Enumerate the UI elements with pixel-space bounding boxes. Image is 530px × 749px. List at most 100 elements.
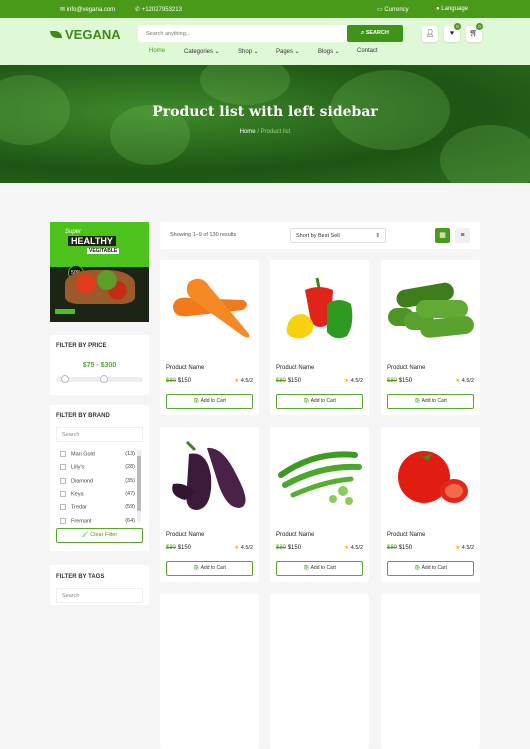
brand-count: (13): [125, 451, 135, 457]
checkbox[interactable]: [60, 477, 66, 484]
nav-pages[interactable]: Pages ⌄: [276, 48, 300, 55]
old-price: $80: [276, 545, 287, 551]
product-image-cucumbers[interactable]: [381, 260, 480, 357]
old-price: $80: [387, 545, 398, 551]
checkbox[interactable]: [60, 504, 66, 511]
add-to-cart-button[interactable]: 🛍︎ Add to Cart: [166, 561, 253, 576]
nav-categories[interactable]: Categories ⌄: [184, 48, 220, 55]
top-bar: ✉ info@vegana.com ✆ +12027953213 ▭ Curre…: [0, 0, 530, 18]
checkbox[interactable]: [60, 490, 66, 497]
add-to-cart-button[interactable]: 🛍︎ Add to Cart: [276, 394, 363, 409]
checkbox[interactable]: [60, 451, 66, 457]
product-image-tomato[interactable]: [381, 427, 480, 524]
add-to-cart-label: Add to Cart: [310, 398, 336, 404]
star-icon: ★: [455, 545, 461, 551]
product-name[interactable]: Product Name: [166, 532, 204, 538]
nav-label: Blogs: [318, 49, 334, 55]
grid-view-button[interactable]: ▦: [435, 228, 450, 243]
star-icon: ★: [344, 378, 350, 384]
brush-icon: 🖌︎: [81, 532, 89, 538]
price-slider-min-handle[interactable]: [60, 375, 69, 383]
brand-search-input[interactable]: Search: [56, 427, 143, 442]
brand-list-scrollbar[interactable]: [137, 450, 141, 522]
product-rating: ★ 4.5/2: [234, 545, 253, 551]
product-price: $80 $150: [387, 378, 412, 384]
sort-select[interactable]: Short by Best Sell ⇕: [290, 228, 386, 243]
product-price: $80 $150: [166, 378, 191, 384]
basket-icon: 🛍︎: [193, 565, 200, 571]
product-name[interactable]: Product Name: [276, 365, 314, 371]
nav-label: Categories: [184, 49, 214, 55]
brand-option[interactable]: Lilly's (28): [60, 464, 135, 471]
add-to-cart-button[interactable]: 🛍︎ Add to Cart: [166, 394, 253, 409]
basket-icon: 🛍︎: [414, 565, 421, 571]
product-card[interactable]: [270, 594, 369, 749]
checkbox[interactable]: [60, 517, 66, 524]
clear-filter-button[interactable]: 🖌︎ Clear Filter: [56, 528, 143, 543]
product-card[interactable]: Product Name $80 $150 ★ 4.5/2 🛍︎ Add to …: [270, 260, 369, 415]
product-card[interactable]: Product Name $80 $150 ★ 4.5/2 🛍︎ Add to …: [270, 427, 369, 582]
product-image-green-beans[interactable]: [270, 427, 369, 524]
add-to-cart-button[interactable]: 🛍︎ Add to Cart: [276, 561, 363, 576]
product-image-bell-peppers[interactable]: [270, 260, 369, 357]
phone-link[interactable]: ✆ +12027953213: [135, 6, 182, 13]
rating-value: 4.5/2: [350, 545, 363, 551]
rating-value: 4.5/2: [461, 378, 474, 384]
product-image-carrot[interactable]: [160, 260, 259, 357]
product-name[interactable]: Product Name: [387, 365, 425, 371]
product-card[interactable]: Product Name $80 $150 ★ 4.5/2 🛍︎ Add to …: [381, 260, 480, 415]
rating-value: 4.5/2: [350, 378, 363, 384]
nav-contact[interactable]: Contact: [357, 48, 378, 54]
product-name[interactable]: Product Name: [387, 532, 425, 538]
search-input[interactable]: Search anything...: [138, 25, 348, 42]
brand-option[interactable]: Keya (47): [60, 490, 135, 497]
banner-line1: Super: [65, 229, 82, 235]
breadcrumb-home[interactable]: Home: [240, 129, 256, 135]
hero-banner: [0, 65, 530, 183]
search-button[interactable]: ⌕ SEARCH: [347, 25, 403, 42]
current-price: $150: [398, 545, 413, 551]
product-name[interactable]: Product Name: [166, 365, 204, 371]
tags-filter: FILTER BY TAGS Search: [50, 565, 149, 605]
logo[interactable]: VEGANA: [50, 27, 121, 42]
product-image-eggplant[interactable]: [160, 427, 259, 524]
brand-name: Fremant: [71, 517, 92, 524]
product-rating: ★ 4.5/2: [234, 378, 253, 384]
currency-text: Currency: [384, 7, 409, 13]
nav-shop[interactable]: Shop ⌄: [238, 48, 259, 55]
product-card[interactable]: Product Name $80 $150 ★ 4.5/2 🛍︎ Add to …: [160, 427, 259, 582]
product-name[interactable]: Product Name: [276, 532, 314, 538]
product-card[interactable]: [381, 594, 480, 749]
email-link[interactable]: ✉ info@vegana.com: [60, 6, 115, 13]
currency-dropdown[interactable]: ▭ Currency: [377, 6, 409, 13]
tags-search-input[interactable]: Search: [56, 588, 143, 603]
brand-option[interactable]: Tredar (59): [60, 504, 135, 511]
product-price: $80 $150: [276, 545, 301, 551]
brand-option[interactable]: Mari Gold (13): [60, 451, 135, 457]
user-icon[interactable]: 👤︎: [422, 26, 438, 42]
promo-banner[interactable]: Super HEALTHY VEGITABLE 50%: [50, 222, 149, 322]
checkbox[interactable]: [60, 464, 66, 471]
nav-label: Shop: [238, 49, 253, 55]
price-slider-max-handle[interactable]: [99, 375, 108, 383]
brand-option[interactable]: Diamond (35): [60, 477, 135, 485]
brand-name: Diamond: [71, 478, 94, 485]
product-card[interactable]: Product Name $80 $150 ★ 4.5/2 🛍︎ Add to …: [160, 260, 259, 415]
add-to-cart-label: Add to Cart: [310, 565, 336, 571]
product-card[interactable]: Product Name $80 $150 ★ 4.5/2 🛍︎ Add to …: [381, 427, 480, 582]
nav-blogs[interactable]: Blogs ⌄: [318, 48, 340, 55]
add-to-cart-button[interactable]: 🛍︎ Add to Cart: [387, 394, 474, 409]
banner-button: [55, 309, 75, 314]
language-text: Language: [441, 6, 468, 12]
clear-filter-label: Clear Filter: [90, 532, 118, 538]
rating-value: 4.5/2: [240, 378, 253, 384]
brand-option[interactable]: Fremant (64): [60, 517, 135, 524]
wishlist-badge: 0: [454, 23, 461, 30]
product-card[interactable]: [160, 594, 259, 749]
list-view-button[interactable]: ≡: [455, 228, 470, 243]
brand-count: (28): [125, 464, 135, 471]
nav-home[interactable]: Home: [149, 48, 165, 54]
add-to-cart-button[interactable]: 🛍︎ Add to Cart: [387, 561, 474, 576]
language-dropdown[interactable]: ● Language: [436, 6, 468, 12]
current-price: $150: [177, 378, 192, 384]
